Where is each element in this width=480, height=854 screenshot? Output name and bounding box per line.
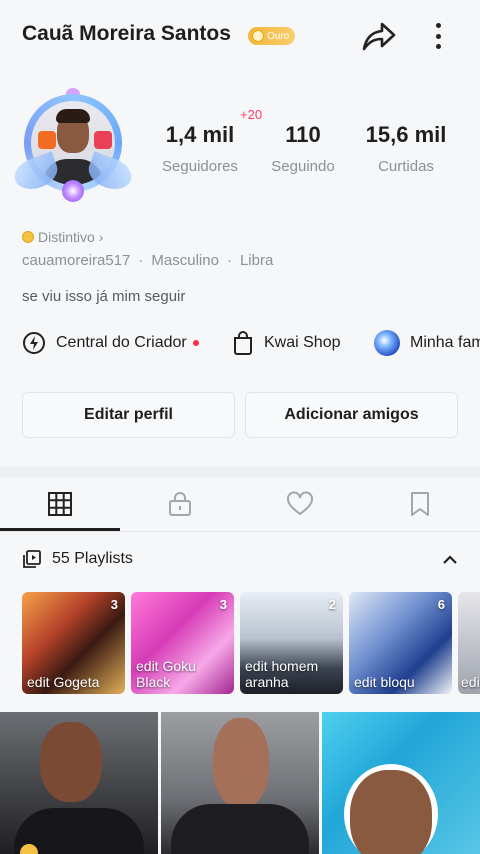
playlist-name: edit bloqu xyxy=(354,674,415,690)
distinctive-label: Distintivo xyxy=(38,229,95,245)
stat-followers-value: 1,4 mil xyxy=(165,122,235,147)
stat-likes-value: 15,6 mil xyxy=(365,122,447,147)
tab-liked[interactable] xyxy=(240,478,360,530)
chevron-right-icon: › xyxy=(98,229,104,245)
stat-likes-label: Curtidas xyxy=(378,158,434,175)
playlist-count: 3 xyxy=(219,597,227,612)
zodiac-sign: Libra xyxy=(239,252,274,269)
badge-coin-icon xyxy=(22,231,34,243)
tab-saved[interactable] xyxy=(360,478,480,530)
bookmark-icon xyxy=(411,492,429,516)
chevron-up-icon[interactable] xyxy=(440,550,460,570)
creator-center-link[interactable]: Central do Criador xyxy=(22,330,199,356)
kwai-shop-link[interactable]: Kwai Shop xyxy=(232,330,341,356)
playlists-header[interactable]: 55 Playlists xyxy=(22,549,133,569)
followers-delta: +20 xyxy=(240,107,263,122)
tabs-border xyxy=(0,531,480,532)
distinctive-link[interactable]: Distintivo › xyxy=(22,229,103,245)
playlist-name: edit Goku Black xyxy=(136,658,196,690)
video-thumbnail[interactable] xyxy=(0,712,158,854)
lightning-icon xyxy=(23,332,45,354)
level-badge-label: Ouro xyxy=(267,30,290,42)
stat-followers-label: Seguidores xyxy=(162,158,238,175)
tab-private[interactable] xyxy=(120,478,240,530)
family-label: Minha fam xyxy=(410,334,480,351)
section-divider xyxy=(0,466,480,478)
heart-icon xyxy=(287,491,313,516)
bio-text: se viu isso já mim seguir xyxy=(22,288,186,305)
family-link[interactable]: Minha fam xyxy=(374,330,480,356)
playlist-count: 2 xyxy=(328,597,336,612)
edit-profile-button[interactable]: Editar perfil xyxy=(22,392,235,438)
coin-icon xyxy=(252,30,264,42)
content-tabs xyxy=(0,478,480,532)
kwai-shop-label: Kwai Shop xyxy=(264,334,341,351)
add-friends-button[interactable]: Adicionar amigos xyxy=(245,392,458,438)
playlist-name: edit Gogeta xyxy=(27,674,100,690)
playlist-card[interactable]: 3 edit Gogeta xyxy=(22,592,125,694)
gender: Masculino xyxy=(151,252,219,269)
playlist-icon xyxy=(23,550,41,568)
playlist-name: edit homem aranha xyxy=(245,658,319,690)
level-badge[interactable]: Ouro xyxy=(248,27,296,45)
playlist-card[interactable]: 2 edit homem aranha xyxy=(240,592,343,694)
stat-following-value: 110 xyxy=(285,122,321,147)
playlist-name: edit xyxy=(461,674,480,690)
username: cauamoreira517 xyxy=(22,252,131,269)
tab-videos[interactable] xyxy=(0,478,120,530)
lock-icon xyxy=(169,492,191,516)
shopping-bag-icon xyxy=(234,331,252,355)
grid-icon xyxy=(48,492,72,516)
playlist-count: 3 xyxy=(110,597,118,612)
video-thumbnail[interactable] xyxy=(322,712,480,854)
playlist-card[interactable]: edit xyxy=(458,592,480,694)
playlist-card[interactable]: 3 edit Goku Black xyxy=(131,592,234,694)
creator-center-label: Central do Criador xyxy=(56,334,187,351)
stat-followers[interactable]: 1,4 mil Seguidores xyxy=(150,122,250,175)
stat-following-label: Seguindo xyxy=(271,158,335,175)
notification-dot xyxy=(192,340,199,346)
share-icon[interactable] xyxy=(360,18,398,54)
frame-gem xyxy=(62,180,84,202)
profile-meta: cauamoreira517 · Masculino · Libra xyxy=(22,252,274,269)
stat-likes[interactable]: 15,6 mil Curtidas xyxy=(356,122,456,175)
playlist-card[interactable]: 6 edit bloqu xyxy=(349,592,452,694)
avatar[interactable] xyxy=(10,88,136,210)
playlist-count: 6 xyxy=(437,597,445,612)
family-avatar xyxy=(374,330,400,356)
playlists-title: 55 Playlists xyxy=(52,550,133,567)
video-thumbnail[interactable] xyxy=(161,712,319,854)
stat-following[interactable]: 110 Seguindo xyxy=(258,122,348,175)
profile-name: Cauã Moreira Santos xyxy=(22,22,231,45)
more-vertical-icon[interactable] xyxy=(426,20,450,52)
